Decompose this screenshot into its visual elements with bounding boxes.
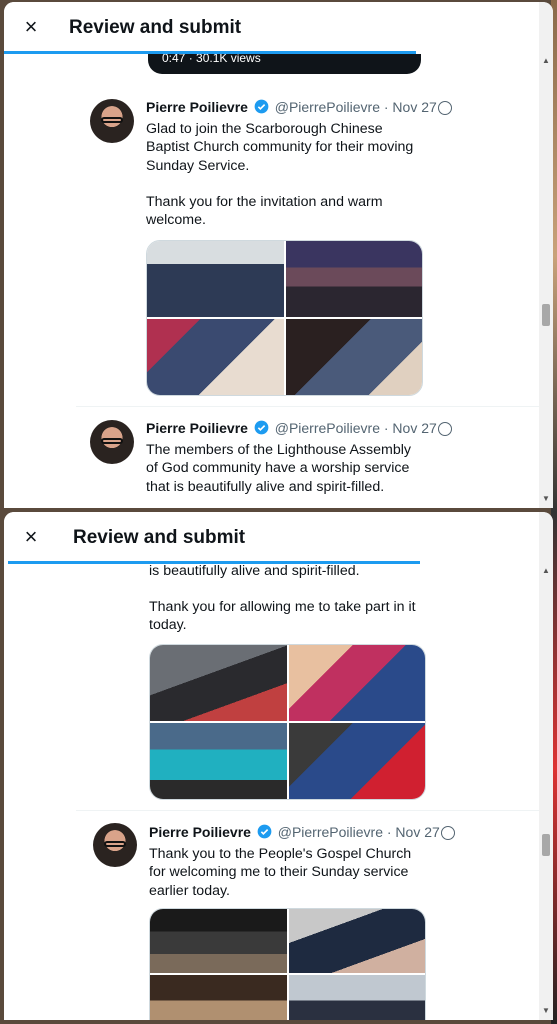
dialog-title: Review and submit (69, 17, 242, 38)
previous-tweet-media[interactable]: 0:47 · 30.1K views (148, 54, 421, 74)
scroll-down-arrow-icon[interactable]: ▼ (539, 492, 553, 506)
handle[interactable]: @PierrePoilievre (278, 824, 383, 840)
handle[interactable]: @PierrePoilievre (275, 420, 380, 436)
divider (76, 810, 539, 811)
progress-bar (4, 51, 416, 54)
scroll-up-arrow-icon[interactable]: ▲ (539, 54, 553, 68)
photo[interactable] (288, 723, 425, 799)
close-icon: × (24, 14, 38, 39)
tweet-header: Pierre Poilievre @PierrePoilievre · Nov … (146, 420, 437, 436)
dialog-header: × Review and submit (4, 2, 539, 52)
radio-unselected-icon[interactable] (438, 101, 452, 115)
photo[interactable] (150, 975, 287, 1020)
radio-unselected-icon[interactable] (438, 422, 452, 436)
tweet-text: Thank you to the People's Gospel Church … (149, 846, 412, 899)
close-icon: × (24, 524, 38, 549)
tweet-text: The members of the Lighthouse Assembly o… (146, 442, 411, 495)
tweet-list[interactable]: is beautifully alive and spirit-filled. … (4, 564, 539, 1020)
scroll-up-arrow-icon[interactable]: ▲ (539, 564, 553, 578)
progress-bar (8, 561, 420, 564)
photo[interactable] (288, 909, 425, 973)
divider (76, 406, 539, 407)
tweet-date[interactable]: · Nov 27 (384, 420, 437, 436)
review-dialog-top: × Review and submit 0:47 · 30.1K views P… (4, 2, 553, 508)
photo[interactable] (288, 975, 425, 1020)
tweet-media-grid[interactable] (149, 644, 426, 800)
tweet-list[interactable]: 0:47 · 30.1K views Pierre Poilievre @Pie… (4, 54, 539, 508)
photo[interactable] (150, 723, 287, 799)
close-button[interactable]: × (18, 524, 44, 550)
photo[interactable] (147, 241, 284, 317)
tweet-text: is beautifully alive and spirit-filled. (149, 564, 360, 579)
verified-badge-icon (254, 420, 269, 435)
handle[interactable]: @PierrePoilievre (275, 99, 380, 115)
tweet-media-grid[interactable] (146, 240, 423, 396)
verified-badge-icon (254, 99, 269, 114)
tweet-header: Pierre Poilievre @PierrePoilievre · Nov … (146, 99, 437, 115)
display-name[interactable]: Pierre Poilievre (146, 99, 248, 115)
verified-badge-icon (257, 824, 272, 839)
scroll-down-arrow-icon[interactable]: ▼ (539, 1004, 553, 1018)
photo[interactable] (285, 241, 422, 317)
tweet-date[interactable]: · Nov 27 (387, 824, 440, 840)
photo[interactable] (288, 645, 425, 721)
tweet-media-grid[interactable] (149, 908, 426, 1020)
tweet-text: Thank you for allowing me to take part i… (149, 599, 416, 634)
dialog-header: × Review and submit (4, 512, 539, 562)
scrollbar-thumb[interactable] (542, 304, 550, 326)
photo[interactable] (285, 319, 422, 395)
avatar[interactable] (93, 823, 137, 867)
tweet-text: Thank you for the invitation and warm we… (146, 194, 383, 229)
tweet-text: Glad to join the Scarborough Chinese Bap… (146, 121, 414, 174)
review-dialog-bottom: × Review and submit is beautifully alive… (4, 512, 553, 1020)
display-name[interactable]: Pierre Poilievre (149, 824, 251, 840)
display-name[interactable]: Pierre Poilievre (146, 420, 248, 436)
scrollbar-thumb[interactable] (542, 834, 550, 856)
scrollbar[interactable]: ▲ ▼ (539, 512, 553, 1020)
tweet-date[interactable]: · Nov 27 (384, 99, 437, 115)
avatar[interactable] (90, 420, 134, 464)
photo[interactable] (150, 909, 287, 973)
photo[interactable] (147, 319, 284, 395)
photo[interactable] (150, 645, 287, 721)
scrollbar[interactable]: ▲ ▼ (539, 2, 553, 508)
avatar[interactable] (90, 99, 134, 143)
dialog-title: Review and submit (73, 527, 246, 548)
close-button[interactable]: × (18, 14, 44, 40)
radio-unselected-icon[interactable] (441, 826, 455, 840)
tweet-header: Pierre Poilievre @PierrePoilievre · Nov … (149, 824, 440, 840)
